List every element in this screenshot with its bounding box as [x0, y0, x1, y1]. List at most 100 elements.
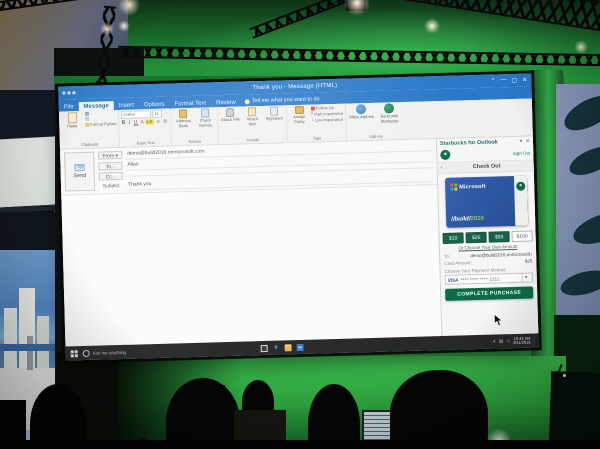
- visa-icon: VISA: [448, 277, 459, 282]
- group-label: Basic Text: [136, 140, 154, 147]
- address-book-icon: [179, 109, 187, 118]
- text-formatting-buttons[interactable]: B I U Aab ≡ ≣: [122, 118, 169, 126]
- paperclip-icon: [226, 108, 234, 117]
- check-names-button[interactable]: Check Names: [195, 108, 216, 128]
- card-amount-value: $25: [525, 258, 533, 263]
- spotlight-glow: [574, 40, 588, 54]
- tags-group: Assign Policy Follow Up !High Importance…: [287, 104, 347, 143]
- projection-screen: Thank you - Message (HTML) ⌃ — ▢ ✕ File …: [58, 73, 538, 360]
- basic-text-group: Calibri 11 B I U Aab ≡ ≣ Basic Text: [119, 109, 172, 147]
- foreground-dark-band: [0, 440, 600, 449]
- amount-buttons: $10 $25 $50 $100: [443, 230, 533, 244]
- starbucks-siren-icon: [384, 103, 394, 113]
- check-names-icon: [201, 108, 209, 117]
- attach-item-icon: [248, 107, 256, 116]
- down-arrow-icon: ↓: [311, 118, 314, 123]
- low-importance-button[interactable]: ↓Low Importance: [311, 117, 343, 123]
- amount-100-button[interactable]: $100: [511, 230, 532, 242]
- clipboard-group: Paste Format Painter Clipboard: [59, 110, 120, 149]
- follow-up-button[interactable]: Follow Up: [311, 105, 343, 111]
- outlook-taskbar-icon[interactable]: ✉: [297, 343, 304, 350]
- mouse-cursor: [494, 313, 503, 326]
- spotlight-glow: [118, 20, 130, 32]
- names-group: Address Book Check Names Names: [171, 107, 219, 145]
- complete-purchase-button[interactable]: COMPLETE PURCHASE: [445, 286, 533, 300]
- tray-chevron-icon[interactable]: ∧: [493, 339, 496, 345]
- signature-icon: [270, 107, 278, 116]
- conference-hall-photo: Thank you - Message (HTML) ⌃ — ▢ ✕ File …: [0, 0, 600, 449]
- audience-head: [390, 370, 488, 449]
- task-view-icon[interactable]: [261, 344, 268, 351]
- gift-card-image: Microsoft ✶ //build/2016: [445, 176, 528, 228]
- minimize-icon[interactable]: —: [500, 77, 506, 84]
- pane-title: Starbucks for Outlook: [440, 139, 498, 147]
- send-with-starbucks-button[interactable]: Send with Starbucks: [376, 103, 403, 124]
- show-desktop-button[interactable]: [533, 333, 535, 347]
- side-screen-top: [0, 136, 60, 213]
- office-addins-icon: [356, 104, 366, 114]
- water-line: [0, 344, 58, 351]
- paste-icon: [67, 112, 76, 123]
- group-label: Tags: [313, 135, 322, 141]
- podium-silhouette: [549, 371, 600, 449]
- attach-file-button[interactable]: Attach File: [220, 108, 240, 123]
- font-size-select[interactable]: 11: [152, 110, 162, 118]
- sign-out-link[interactable]: Sign Out: [513, 150, 531, 155]
- cc-button[interactable]: Cc...: [99, 172, 123, 181]
- amount-25-button[interactable]: $25: [465, 232, 486, 244]
- paste-button[interactable]: Paste: [61, 112, 83, 129]
- from-button[interactable]: From ▾: [98, 151, 122, 160]
- file-explorer-icon[interactable]: [285, 344, 292, 351]
- podium-light: [563, 374, 566, 377]
- send-icon: [74, 164, 84, 171]
- pane-close-icon[interactable]: ✕: [525, 139, 530, 145]
- card-amount-label: Card Amount:: [444, 260, 472, 266]
- amount-10-button[interactable]: $10: [443, 232, 464, 244]
- font-name-select[interactable]: Calibri: [121, 110, 151, 118]
- card-number-masked: **** **** **** 1111: [460, 275, 520, 282]
- window-controls: ⌃ — ▢ ✕: [490, 76, 531, 84]
- to-button[interactable]: To...: [98, 162, 122, 171]
- starbucks-task-pane: Starbucks for Outlook ▾ ✕ ✶ Sign Out ‹ C…: [436, 136, 538, 336]
- starbucks-logo: ✶: [440, 150, 450, 160]
- amount-50-button[interactable]: $50: [488, 231, 509, 243]
- lightbulb-icon: [245, 99, 250, 104]
- group-label: Add-ins: [369, 134, 383, 140]
- attach-item-button[interactable]: Attach Item: [242, 107, 263, 127]
- address-book-button[interactable]: Address Book: [173, 109, 194, 129]
- signature-button[interactable]: Signature: [264, 106, 284, 121]
- group-label: Include: [246, 137, 259, 143]
- message-body[interactable]: [61, 185, 441, 346]
- compose-area: Send From ▾ demo@build2016.onmicrosoft.c…: [60, 139, 441, 346]
- spotlight-glow: [424, 18, 440, 34]
- group-label: Names: [189, 139, 202, 145]
- city-tower: [27, 336, 33, 370]
- close-icon[interactable]: ✕: [522, 77, 527, 84]
- maximize-icon[interactable]: ▢: [511, 77, 517, 84]
- flag-icon: [311, 106, 315, 110]
- edge-browser-icon[interactable]: e: [273, 344, 280, 351]
- to-label: To:: [444, 254, 450, 259]
- start-button[interactable]: [71, 350, 78, 357]
- volume-icon[interactable]: ◁: [506, 338, 510, 344]
- taskbar-clock[interactable]: 10:44 AM 3/31/2016: [513, 336, 531, 345]
- system-tray: ∧ ▤ ◁ 10:44 AM 3/31/2016: [493, 333, 539, 348]
- high-importance-button[interactable]: !High Importance: [311, 111, 343, 117]
- subject-label: Subject: [99, 183, 123, 190]
- network-icon[interactable]: ▤: [499, 338, 503, 344]
- ribbon-display-icon[interactable]: ⌃: [490, 77, 495, 84]
- cortana-icon[interactable]: [83, 349, 90, 356]
- format-painter-button[interactable]: Format Painter: [85, 121, 117, 127]
- pane-menu-icon[interactable]: ▾: [520, 139, 523, 145]
- checkout-header: Check Out: [443, 162, 531, 170]
- chevron-down-icon: ▾: [522, 274, 530, 282]
- spotlight-glow: [100, 22, 114, 36]
- assign-policy-button[interactable]: Assign Policy: [289, 106, 309, 125]
- cortana-search-box[interactable]: Ask me anything: [93, 349, 126, 355]
- office-addins-button[interactable]: Office Add-ins: [348, 104, 374, 120]
- payment-method-select[interactable]: VISA **** **** **** 1111 ▾: [445, 272, 533, 284]
- addins-group: Office Add-ins Send with Starbucks Add-i…: [346, 102, 405, 141]
- microsoft-logo-icon: [450, 184, 457, 191]
- send-button[interactable]: Send: [64, 152, 95, 192]
- include-group: Attach File Attach Item Signature Includ…: [218, 105, 288, 144]
